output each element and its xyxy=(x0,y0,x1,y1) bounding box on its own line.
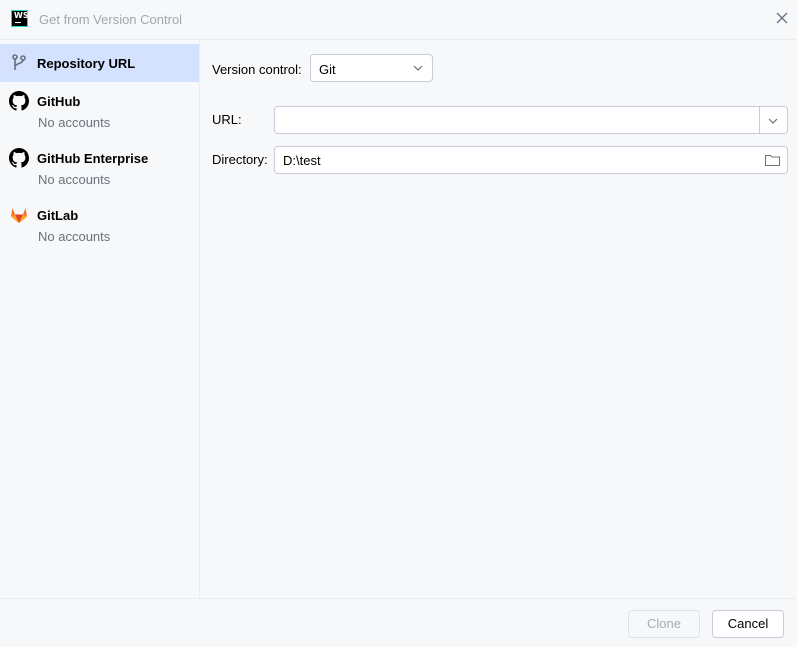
url-combo[interactable] xyxy=(274,106,788,134)
url-label: URL: xyxy=(212,112,242,127)
sidebar-item-github[interactable]: GitHub No accounts xyxy=(0,82,199,139)
github-icon xyxy=(9,91,29,111)
branch-icon xyxy=(12,54,26,70)
sidebar-item-sublabel: No accounts xyxy=(38,172,111,187)
window-title: Get from Version Control xyxy=(39,12,183,27)
sidebar-item-label: GitHub xyxy=(37,94,81,109)
directory-input[interactable] xyxy=(275,147,755,173)
sidebar-item-repository-url[interactable]: Repository URL xyxy=(0,44,199,82)
directory-field[interactable] xyxy=(274,146,788,174)
sidebar-item-gitlab[interactable]: GitLab No accounts xyxy=(0,196,199,253)
footer: Clone Cancel xyxy=(0,598,797,647)
gitlab-icon xyxy=(11,208,27,223)
sidebar-item-github-enterprise[interactable]: GitHub Enterprise No accounts xyxy=(0,139,199,196)
cancel-button[interactable]: Cancel xyxy=(712,610,784,638)
clone-button[interactable]: Clone xyxy=(628,610,700,638)
sidebar-item-sublabel: No accounts xyxy=(38,115,111,130)
directory-label: Directory: xyxy=(212,152,268,167)
sidebar: Repository URL GitHub No accounts GitHub… xyxy=(0,41,200,598)
sidebar-item-sublabel: No accounts xyxy=(38,229,111,244)
folder-icon[interactable] xyxy=(765,154,780,166)
sidebar-item-label: GitHub Enterprise xyxy=(37,151,149,166)
title-bar: WS Get from Version Control xyxy=(0,0,797,40)
github-icon xyxy=(9,148,29,168)
sidebar-item-label: Repository URL xyxy=(37,56,136,71)
version-control-select[interactable]: Git xyxy=(310,54,433,82)
url-input[interactable] xyxy=(275,107,759,133)
chevron-down-icon xyxy=(413,65,423,71)
sidebar-item-label: GitLab xyxy=(37,208,79,223)
url-combo-separator xyxy=(759,107,760,133)
close-icon[interactable] xyxy=(775,11,789,25)
content-panel: Version control: Git URL: Directory: xyxy=(200,41,797,598)
version-control-label: Version control: xyxy=(212,62,302,77)
chevron-down-icon[interactable] xyxy=(768,118,778,124)
version-control-value: Git xyxy=(319,62,336,77)
webstorm-logo-icon: WS xyxy=(11,10,29,27)
